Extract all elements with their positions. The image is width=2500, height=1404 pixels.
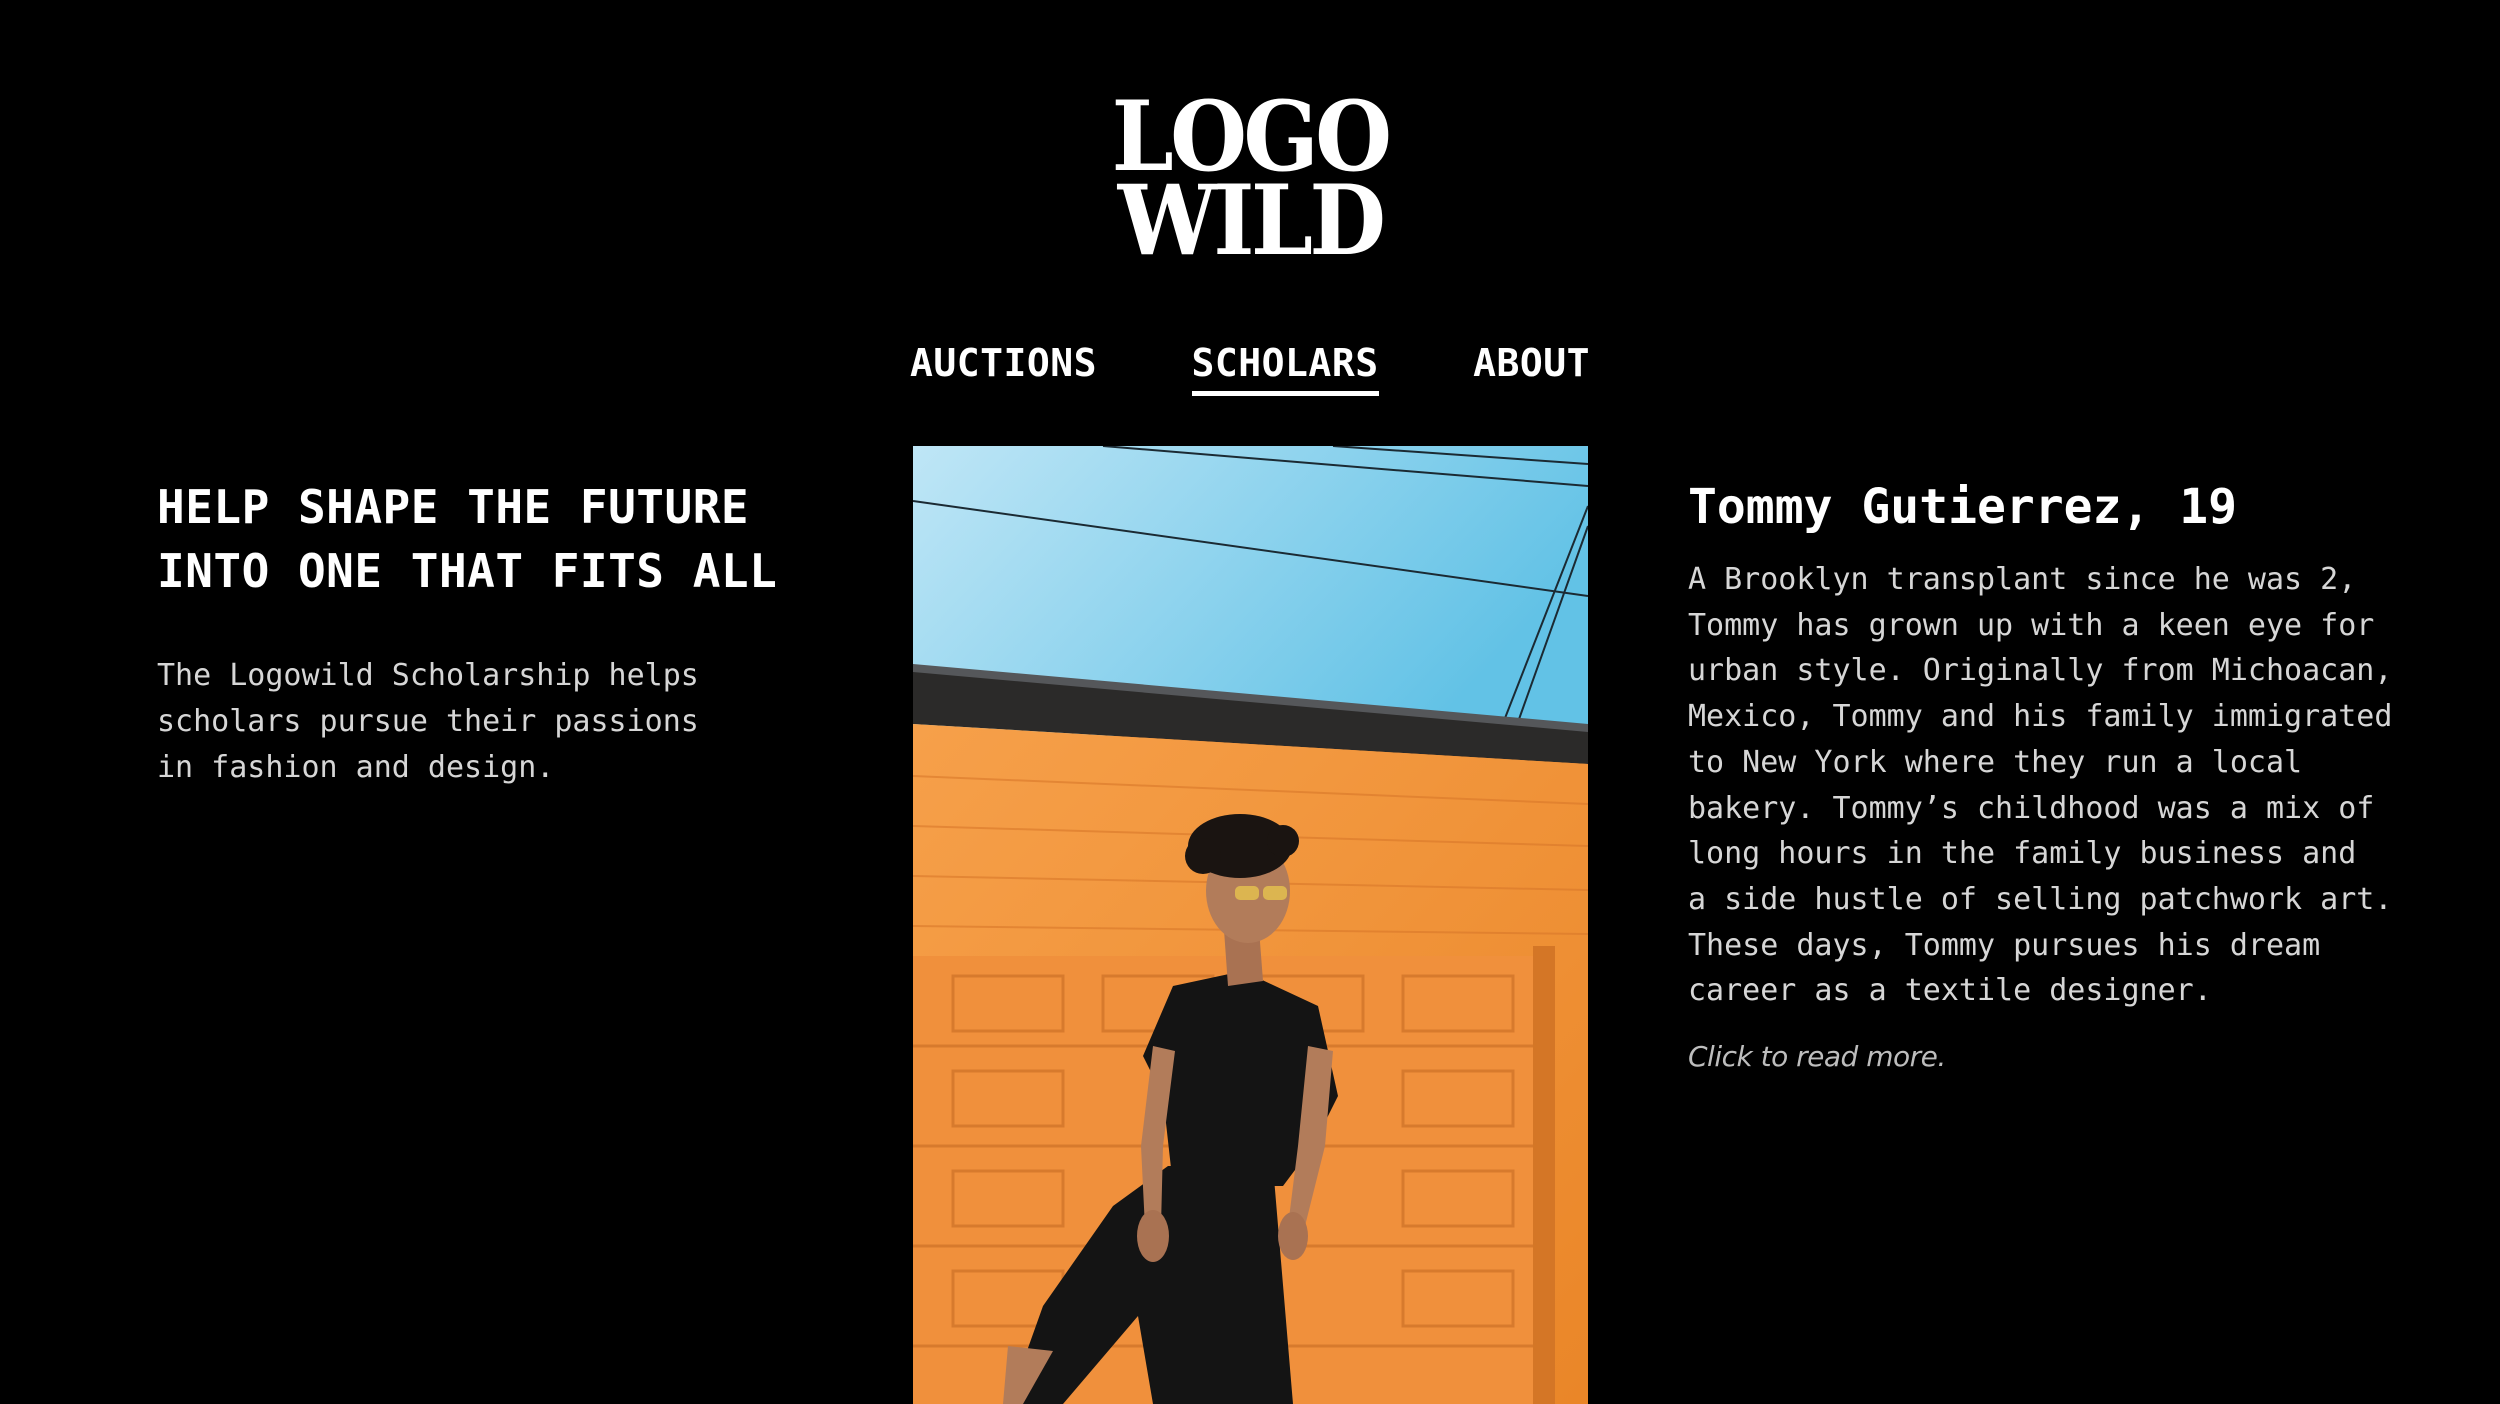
intro-line: scholars pursue their passions [157, 704, 699, 739]
nav-about-link[interactable]: ABOUT [1473, 337, 1590, 389]
bio-line: Tommy has grown up with a keen eye for [1688, 607, 2375, 643]
nav-scholars-link[interactable]: SCHOLARS [1191, 337, 1379, 396]
scholar-name: Tommy Gutierrez, 19 [1688, 479, 2238, 535]
read-more-link[interactable]: Click to read more. [1688, 1040, 1946, 1073]
scholar-photo-illustration [913, 446, 1588, 1404]
main-nav: AUCTIONS SCHOLARS ABOUT [910, 337, 1590, 397]
bio-line: to New York where they run a local [1688, 744, 2303, 780]
bio-line: a side hustle of selling patchwork art. [1688, 881, 2393, 917]
bio-line: A Brooklyn transplant since he was 2, [1688, 562, 2357, 597]
bio-line: Mexico, Tommy and his family immigrated [1688, 699, 2393, 735]
hero-headline-line-2: INTO ONE THAT FITS ALL [157, 544, 778, 598]
nav-auctions-link[interactable]: AUCTIONS [910, 337, 1097, 389]
bio-line: long hours in the family business and [1688, 836, 2357, 872]
bio-line: urban style. Originally from Michoacan, [1688, 653, 2393, 689]
bio-line: bakery. Tommy’s childhood was a mix of [1688, 790, 2375, 826]
intro-line: The Logowild Scholarship helps [157, 658, 699, 693]
intro-line: in fashion and design. [157, 750, 555, 785]
hero-intro: The Logowild Scholarship helps scholars … [157, 653, 857, 791]
hero-headline: HELP SHAPE THE FUTURE INTO ONE THAT FITS… [157, 475, 857, 603]
hero-section: HELP SHAPE THE FUTURE INTO ONE THAT FITS… [157, 475, 857, 791]
hero-headline-line-1: HELP SHAPE THE FUTURE [157, 480, 750, 534]
scholar-photo[interactable] [913, 446, 1588, 1404]
logo[interactable]: LOGO WILD [1090, 89, 1410, 277]
logo-line-2: WILD [1117, 164, 1386, 277]
bio-line: career as a textile designer. [1688, 973, 2212, 1009]
bio-line: These days, Tommy pursues his dream [1688, 927, 2321, 963]
scholar-profile: Tommy Gutierrez, 19 A Brooklyn transplan… [1688, 475, 2428, 1073]
scholar-bio: A Brooklyn transplant since he was 2, To… [1688, 557, 2428, 1014]
